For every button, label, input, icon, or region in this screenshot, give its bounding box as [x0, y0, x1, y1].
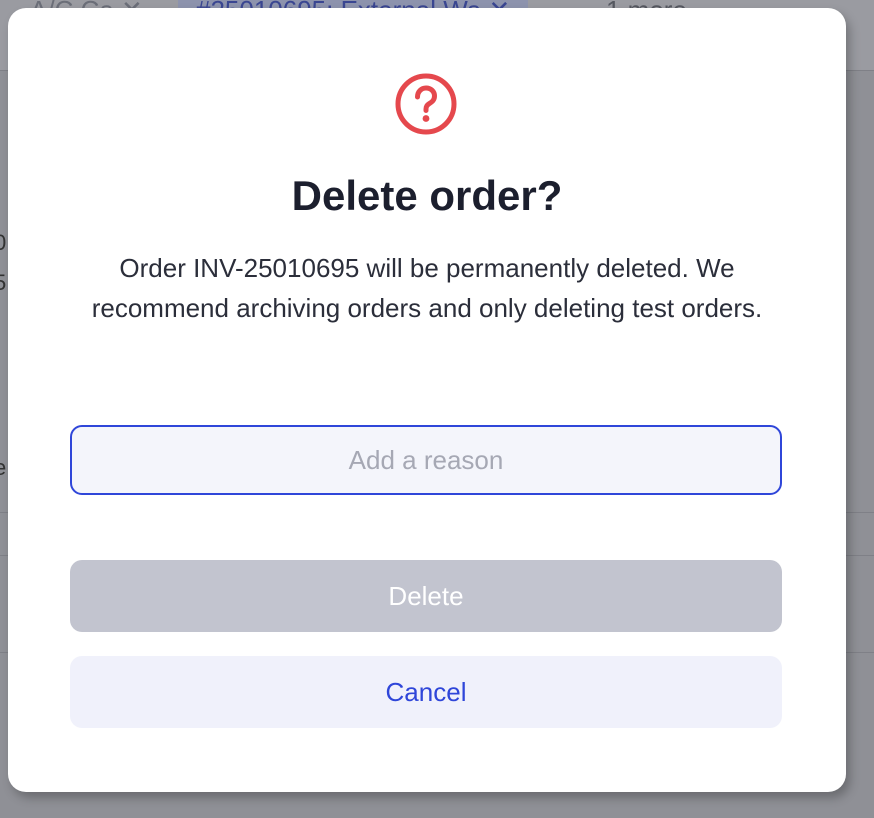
- background-text-fragment: e: [0, 455, 7, 480]
- question-circle-icon: [395, 73, 457, 135]
- dialog-message: Order INV-25010695 will be permanently d…: [91, 253, 763, 323]
- cancel-button[interactable]: Cancel: [70, 656, 782, 728]
- delete-order-dialog: Delete order? Order INV-25010695 will be…: [8, 8, 846, 792]
- background-text-fragment: 5: [0, 270, 7, 295]
- delete-button[interactable]: Delete: [70, 560, 782, 632]
- dialog-title: Delete order?: [291, 172, 563, 219]
- background-text-fragment: 0: [0, 230, 7, 255]
- reason-input[interactable]: [70, 425, 782, 495]
